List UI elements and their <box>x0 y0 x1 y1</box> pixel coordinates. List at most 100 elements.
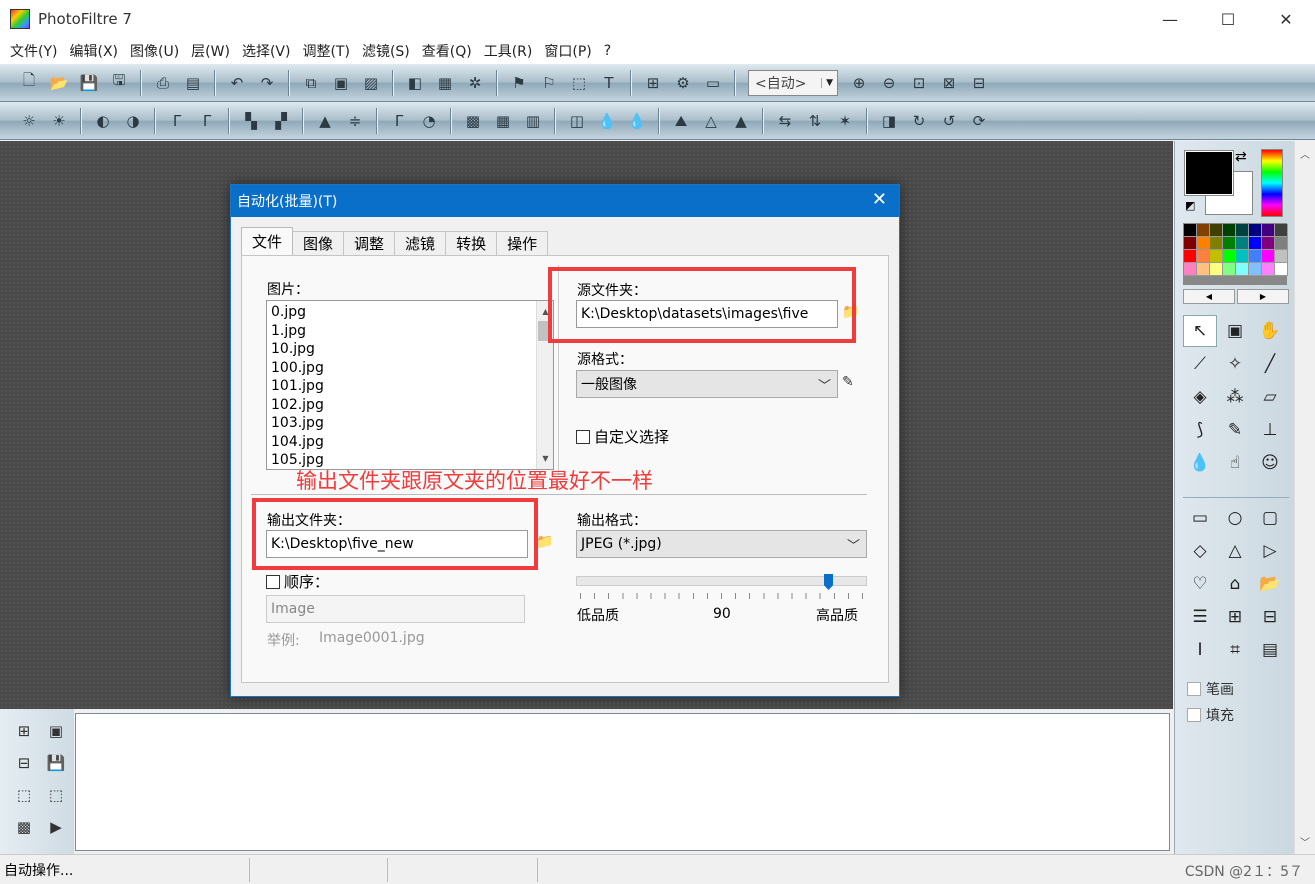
menu-layer[interactable]: 层(W) <box>185 41 236 61</box>
palette-swatch[interactable] <box>1236 263 1249 276</box>
pictures-list[interactable]: 0.jpg 1.jpg 10.jpg 100.jpg 101.jpg 102.j… <box>266 300 554 470</box>
palette-swatch[interactable] <box>1262 224 1275 237</box>
list-item[interactable]: 0.jpg <box>271 303 324 322</box>
dialog-close-icon[interactable]: ✕ <box>872 189 887 210</box>
run-icon[interactable]: ⚑ <box>506 70 532 96</box>
list-item[interactable]: 102.jpg <box>271 396 324 415</box>
zoom-select[interactable]: <自动> ▼ <box>748 69 838 96</box>
thumbnail-view-icon[interactable]: ▣ <box>40 715 72 747</box>
palette-swatch[interactable] <box>1210 224 1223 237</box>
explorer-area[interactable] <box>75 713 1170 851</box>
palette-swatch[interactable] <box>1223 250 1236 263</box>
saturation-down-icon[interactable]: ▚ <box>238 108 264 134</box>
rounded-rectangle-icon[interactable]: ▢ <box>1253 502 1287 534</box>
paste-new-icon[interactable]: ▨ <box>358 70 384 96</box>
contrast-down-icon[interactable]: ◐ <box>90 108 116 134</box>
menu-help[interactable]: ? <box>598 43 617 59</box>
list-item[interactable]: 103.jpg <box>271 414 324 433</box>
scroll-down-icon[interactable]: ﹀ <box>1295 831 1315 851</box>
menu-edit[interactable]: 编辑(X) <box>63 41 124 61</box>
eraser-tool-icon[interactable]: ▱ <box>1253 381 1287 413</box>
palette-swatch[interactable] <box>1249 250 1262 263</box>
rectangle-icon[interactable]: ▭ <box>1183 502 1217 534</box>
tile-icon[interactable]: ▥ <box>520 108 546 134</box>
color-palette[interactable] <box>1183 223 1288 285</box>
select-all-tree-icon[interactable]: ⬚ <box>40 779 72 811</box>
expand-arrow-icon[interactable]: ▶ <box>40 811 72 843</box>
crop-rotate-icon[interactable]: ⟳ <box>966 108 992 134</box>
palette-swatch[interactable] <box>1275 250 1288 263</box>
frame-icon[interactable]: ▤ <box>1253 634 1287 666</box>
palette-swatch[interactable] <box>1210 263 1223 276</box>
stamp-icon[interactable]: ⚐ <box>536 70 562 96</box>
automation-gear-icon[interactable]: ⚙ <box>670 70 696 96</box>
foreground-color-swatch[interactable] <box>1184 150 1234 196</box>
text-frame-icon[interactable]: Ⅰ <box>1183 634 1217 666</box>
brush-tool-icon[interactable]: ⟆ <box>1183 414 1217 446</box>
menu-file[interactable]: 文件(Y) <box>4 41 63 61</box>
color-spectrum[interactable] <box>1261 149 1283 217</box>
menu-window[interactable]: 窗口(P) <box>538 41 597 61</box>
auto-gamma-icon[interactable]: Γ <box>386 108 412 134</box>
redo-icon[interactable]: ↷ <box>254 70 280 96</box>
list-item[interactable]: 104.jpg <box>271 433 324 452</box>
output-format-select[interactable]: JPEG (*.jpg) ﹀ <box>576 530 867 558</box>
palette-swatch[interactable] <box>1210 250 1223 263</box>
polygon-icon[interactable]: ⌂ <box>1218 568 1252 600</box>
rotate-icon[interactable]: ↻ <box>906 108 932 134</box>
close-window-button[interactable]: ✕ <box>1257 0 1315 38</box>
ellipse-icon[interactable]: ○ <box>1218 502 1252 534</box>
tab-convert[interactable]: 转换 <box>445 231 498 255</box>
palette-swatch[interactable] <box>1184 237 1197 250</box>
grid-pattern-icon[interactable]: ▦ <box>490 108 516 134</box>
aspect-3-2-icon[interactable]: ⊟ <box>1253 601 1287 633</box>
tab-filter[interactable]: 滤镜 <box>394 231 447 255</box>
menu-image[interactable]: 图像(U) <box>124 41 185 61</box>
edit-format-icon[interactable]: ✎ <box>842 374 854 390</box>
clone-tool-icon[interactable]: ☺ <box>1253 447 1287 479</box>
menu-adjust[interactable]: 调整(T) <box>296 41 355 61</box>
text-icon[interactable]: T <box>596 70 622 96</box>
auto-contrast-icon[interactable]: ◔ <box>416 108 442 134</box>
saturation-up-icon[interactable]: ▞ <box>268 108 294 134</box>
palette-swatch[interactable] <box>1223 224 1236 237</box>
spray-tool-icon[interactable]: ⁂ <box>1218 381 1252 413</box>
load-shape-icon[interactable]: 📂 <box>1253 568 1287 600</box>
scan-icon[interactable]: ▤ <box>180 70 206 96</box>
diamond-icon[interactable]: ◇ <box>1183 535 1217 567</box>
print-icon[interactable]: ⎙ <box>150 70 176 96</box>
reset-colors-icon[interactable]: ◩ <box>1185 199 1197 212</box>
list-item[interactable]: 10.jpg <box>271 340 324 359</box>
list-item[interactable]: 1.jpg <box>271 322 324 341</box>
lasso-icon[interactable]: ♡ <box>1183 568 1217 600</box>
eyedropper-tool-icon[interactable]: ⟋ <box>1183 348 1217 380</box>
advanced-brush-tool-icon[interactable]: ✎ <box>1218 414 1252 446</box>
custom-select-checkbox[interactable]: 自定义选择 <box>576 426 669 447</box>
flip-horizontal-icon[interactable]: ⇆ <box>772 108 798 134</box>
maximize-button[interactable]: ☐ <box>1199 0 1257 38</box>
menu-selection[interactable]: 选择(V) <box>236 41 297 61</box>
grayscale-icon[interactable]: ◫ <box>564 108 590 134</box>
brightness-down-icon[interactable]: ☼ <box>16 108 42 134</box>
play-triangle-icon[interactable]: ▷ <box>1253 535 1287 567</box>
palette-swatch[interactable] <box>1249 237 1262 250</box>
palette-swatch[interactable] <box>1236 250 1249 263</box>
line-tool-icon[interactable]: ╱ <box>1253 348 1287 380</box>
palette-swatch[interactable] <box>1262 263 1275 276</box>
source-format-select[interactable]: 一般图像 ﹀ <box>576 370 838 398</box>
palette-swatch[interactable] <box>1262 237 1275 250</box>
tab-action[interactable]: 操作 <box>496 231 549 255</box>
palette-swatch[interactable] <box>1275 237 1288 250</box>
mirror-icon[interactable]: ◨ <box>876 108 902 134</box>
open-tree-icon[interactable]: ⊟ <box>8 747 40 779</box>
browse-output-folder-icon[interactable]: 📁 <box>536 534 553 550</box>
undo-icon[interactable]: ↶ <box>224 70 250 96</box>
fill-checkbox[interactable]: 填充 <box>1187 705 1234 725</box>
save-icon[interactable]: 💾 <box>76 70 102 96</box>
emboss-icon[interactable]: ⛰ <box>668 108 694 134</box>
palette-swatch[interactable] <box>1236 237 1249 250</box>
palette-swatch[interactable] <box>1249 263 1262 276</box>
triangle-icon[interactable]: △ <box>1218 535 1252 567</box>
image-tool-icon[interactable]: ▣ <box>1218 315 1252 347</box>
tab-file[interactable]: 文件 <box>241 227 294 255</box>
